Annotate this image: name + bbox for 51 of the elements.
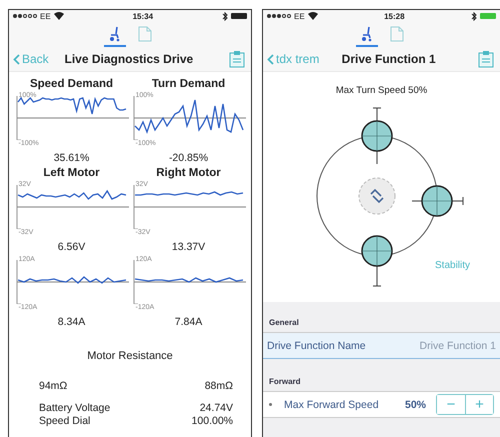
- settings-row[interactable]: Drive Function Name Drive Function 1: [263, 333, 500, 359]
- chart-reading: 8.34A: [58, 316, 86, 328]
- chart-reading: 7.84A: [174, 316, 202, 328]
- link-icon: [358, 178, 395, 214]
- chart-title: Right Motor: [156, 167, 221, 179]
- chart-title: Speed Demand: [30, 78, 114, 90]
- wifi-icon: [308, 12, 318, 20]
- chart-reading: 6.56V: [58, 241, 86, 253]
- diagram-caption: Max Turn Speed 50%: [334, 85, 428, 96]
- carrier-label: EE: [294, 12, 305, 20]
- bluetooth-icon: [222, 12, 228, 20]
- status-time: 15:34: [132, 12, 154, 20]
- screen-title: Drive Function 1: [340, 52, 437, 66]
- carrier-label: EE: [40, 12, 51, 20]
- settings-row[interactable]: Max Forward Speed 50% − +: [263, 392, 500, 418]
- wheelchair-icon: [360, 26, 374, 42]
- screen-title: Live Diagnostics Drive: [63, 52, 194, 66]
- back-button[interactable]: tdx trem: [267, 52, 320, 66]
- bluetooth-icon: [471, 12, 477, 20]
- wheelchair-icon: [108, 26, 122, 42]
- status-time: 15:28: [383, 12, 406, 20]
- row-label: Drive Function Name: [267, 340, 367, 352]
- back-button[interactable]: Back: [13, 52, 49, 66]
- reading-label: Speed Dial: [39, 415, 90, 428]
- clipboard-icon[interactable]: [229, 50, 245, 68]
- clipboard-icon[interactable]: [478, 50, 494, 68]
- drag-handle[interactable]: [360, 108, 392, 164]
- signal-icon: [13, 14, 37, 18]
- section-title: Motor Resistance: [86, 350, 174, 362]
- reading-value: 24.74V: [200, 402, 233, 415]
- bullet-icon: [269, 403, 272, 406]
- chart-title: Left Motor: [43, 167, 100, 179]
- reading-label: Battery Voltage: [39, 402, 110, 415]
- chart-title: Turn Demand: [152, 78, 226, 90]
- stability-link[interactable]: Stability: [435, 260, 470, 271]
- row-label: Max Forward Speed: [284, 398, 380, 410]
- chevron-left-icon: [13, 54, 20, 64]
- left-motor-resistance: 94mΩ: [39, 380, 68, 392]
- drag-handle[interactable]: [360, 235, 392, 286]
- chart-reading: 13.37V: [172, 241, 206, 253]
- row-value: Drive Function 1: [420, 340, 496, 352]
- signal-icon: [267, 14, 291, 18]
- wifi-icon: [54, 12, 64, 20]
- chart-reading: 35.61%: [54, 152, 90, 164]
- chart-reading: -20.85%: [168, 152, 208, 164]
- row-value: 50%: [404, 398, 426, 410]
- reading-value: 100.00%: [192, 415, 233, 428]
- drag-handle[interactable]: [411, 185, 463, 217]
- chevron-left-icon: [267, 54, 274, 64]
- increment-button[interactable]: +: [465, 395, 493, 414]
- right-motor-resistance: 88mΩ: [204, 380, 233, 392]
